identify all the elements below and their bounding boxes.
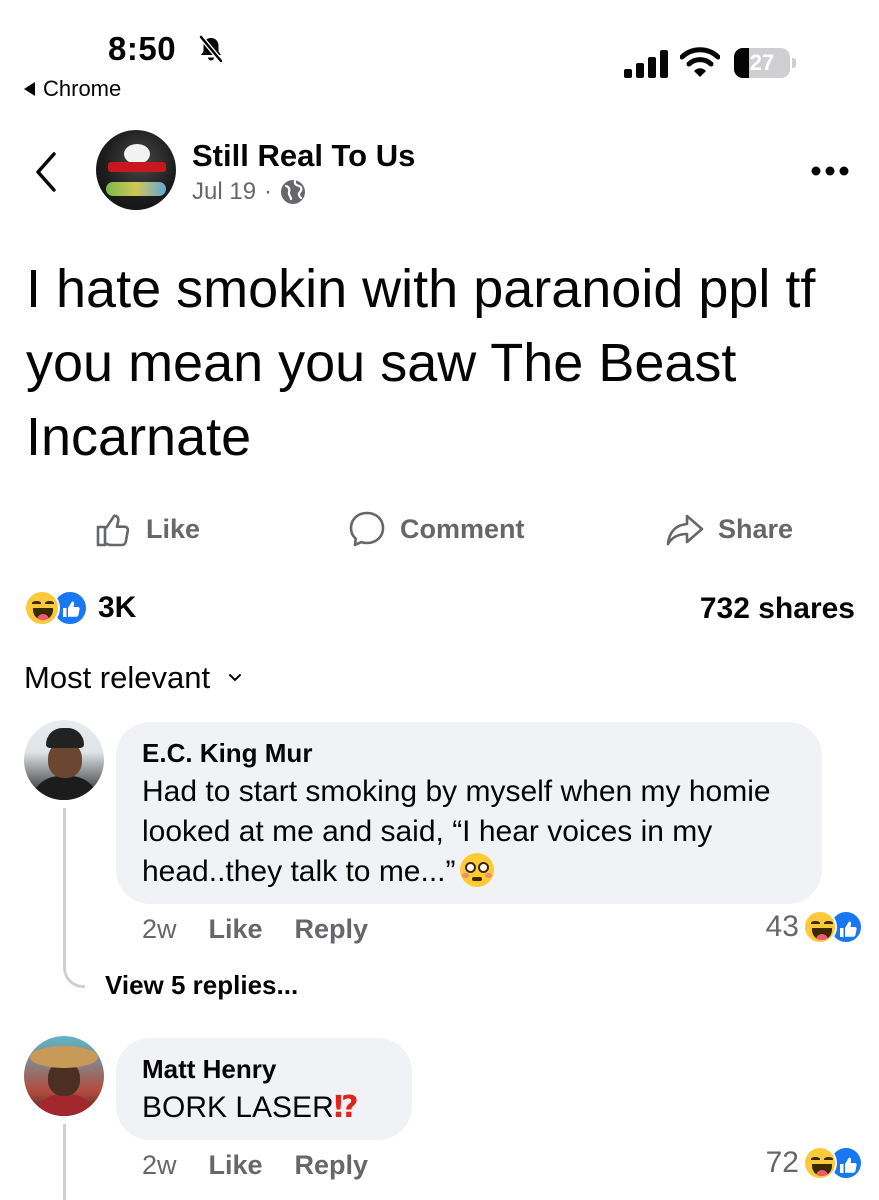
comment-meta: 2w Like Reply [142,914,368,945]
comment-reply-button[interactable]: Reply [295,914,369,945]
cellular-signal-icon [624,50,668,78]
haha-emoji-icon [803,1146,837,1180]
bell-muted-icon [199,35,223,63]
comment-age: 2w [142,1150,177,1180]
comment-reaction-count: 43 [765,910,799,943]
like-label: Like [146,513,201,544]
commenter-avatar[interactable] [24,720,104,800]
comment-text: Had to start smoking by myself when my h… [142,775,771,888]
back-triangle-icon [24,82,35,96]
comment-sort-dropdown[interactable]: Most relevant [24,660,242,696]
comment-button[interactable]: Comment [346,508,525,550]
comment-author[interactable]: Matt Henry [142,1052,386,1086]
comment-reactions[interactable]: 72 [766,1146,863,1180]
comment-reactions[interactable]: 43 [766,910,863,944]
meta-separator: · [264,178,273,205]
reply-thread-line [63,808,85,988]
battery-indicator: 27 [734,48,796,78]
page-avatar[interactable] [96,130,176,210]
commenter-avatar[interactable] [24,1036,104,1116]
flushed-face-icon [459,853,494,887]
back-to-app[interactable]: Chrome [24,76,121,102]
view-replies-link[interactable]: View 5 replies... [105,970,298,1001]
like-button[interactable]: Like [92,508,200,550]
comment-text: BORK LASER⁉ [142,1091,359,1124]
comment-bubble-icon [349,511,385,547]
comment-label: Comment [400,513,525,544]
page-name[interactable]: Still Real To Us [192,138,415,174]
status-time: 8:50 [108,30,177,67]
share-button[interactable]: Share [664,508,793,550]
facebook-post-page: 8:50 Chrome 27 Still Real To Us Jul 19 ·… [0,0,879,1200]
reply-thread-line [63,1124,66,1200]
share-arrow-icon [666,514,704,546]
share-label: Share [718,513,794,544]
chevron-down-icon [229,674,242,682]
comment-age: 2w [142,914,177,944]
comment-author[interactable]: E.C. King Mur [142,736,796,770]
post-date[interactable]: Jul 19 [192,178,256,206]
post-text: I hate smokin with paranoid ppl tf you m… [26,259,816,467]
thumbs-up-outline-icon [96,514,130,547]
comment-like-button[interactable]: Like [209,914,263,945]
comment-reaction-count: 72 [765,1146,799,1179]
back-app-label: Chrome [43,76,122,101]
sort-label: Most relevant [24,660,211,695]
comment-bubble: E.C. King Mur Had to start smoking by my… [116,722,822,904]
reaction-summary[interactable]: 3K [24,590,136,626]
more-dots-icon[interactable] [808,162,852,180]
haha-emoji-icon [803,910,837,944]
haha-emoji-icon [24,590,60,626]
globe-icon [281,179,306,204]
share-count[interactable]: 732 shares [700,592,855,626]
exclamation-question-icon: ⁉ [333,1091,359,1124]
reaction-count: 3K [98,591,137,624]
chevron-left-icon[interactable] [32,150,60,194]
comment-meta: 2w Like Reply [142,1150,368,1181]
comment-reply-button[interactable]: Reply [295,1150,369,1181]
comment-like-button[interactable]: Like [209,1150,263,1181]
post-meta: Jul 19 · [192,178,306,206]
battery-percent: 27 [749,50,775,75]
comment-bubble: Matt Henry BORK LASER⁉ [116,1038,412,1140]
wifi-icon [680,47,720,77]
